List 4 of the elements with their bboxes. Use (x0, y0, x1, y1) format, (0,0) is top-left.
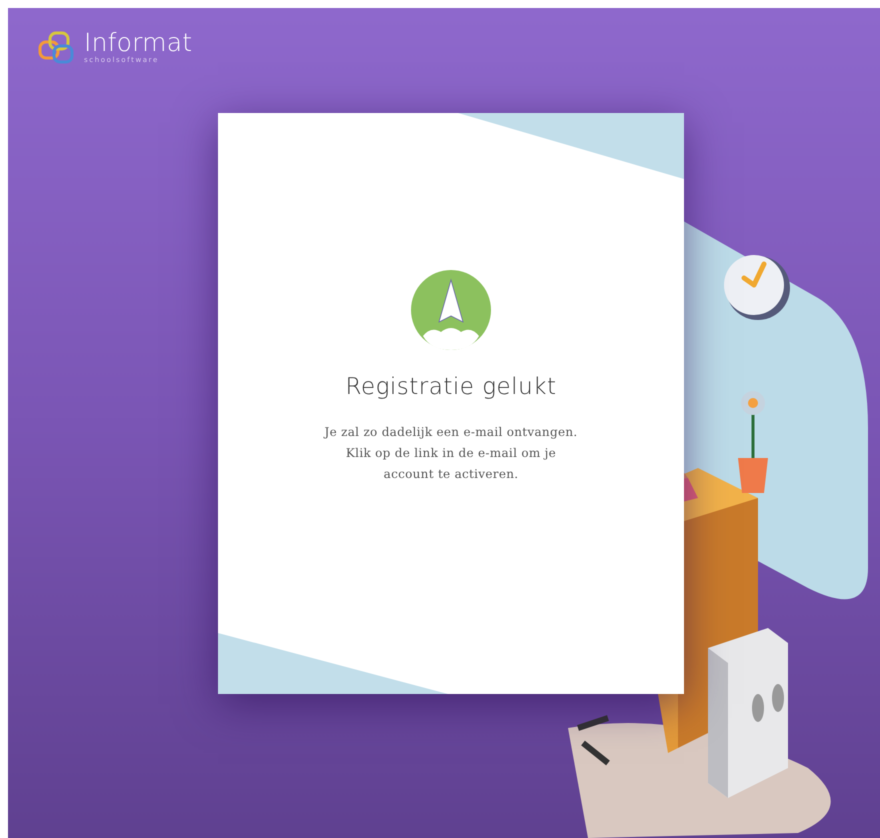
logo-name: Informat (84, 30, 192, 55)
paper-plane-icon (411, 270, 491, 350)
success-title: Registratie gelukt (346, 374, 556, 400)
confirmation-message: Je zal zo dadelijk een e-mail ontvangen. Klik op de link in de e-mail om je account te activeren. (322, 424, 578, 483)
